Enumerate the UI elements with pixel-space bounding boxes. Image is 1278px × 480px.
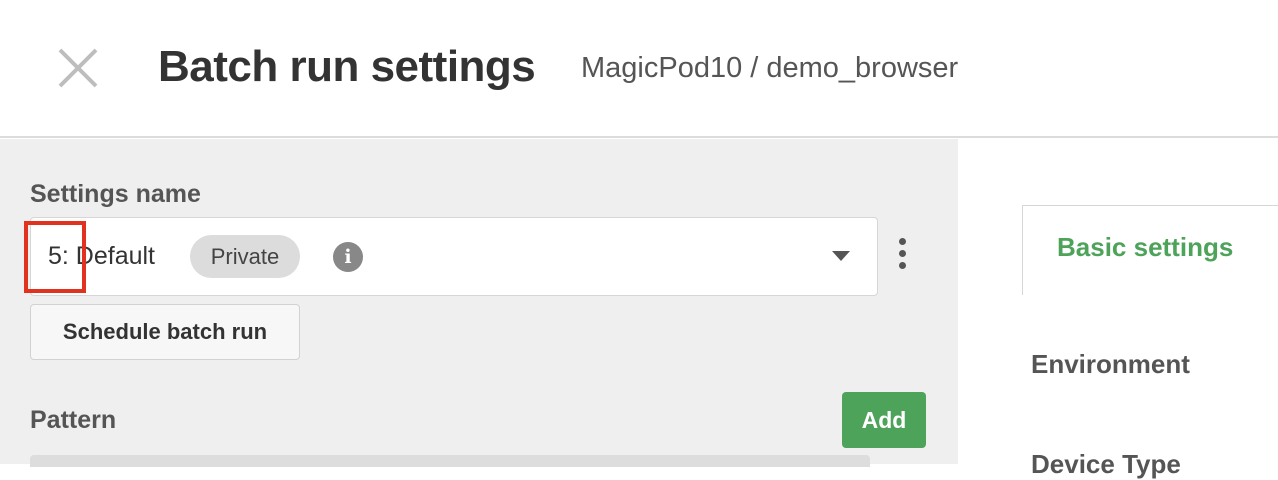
tab-basic-settings-label: Basic settings [1057,232,1234,262]
settings-name-label: Settings name [30,180,201,208]
pattern-label: Pattern [30,406,117,434]
chevron-down-icon[interactable] [832,251,850,261]
pattern-list [30,455,870,467]
add-pattern-button[interactable]: Add [842,392,926,448]
page-header: Batch run settings MagicPod10 / demo_bro… [0,0,1278,138]
settings-name-select[interactable] [30,217,878,296]
right-panel [958,139,1278,464]
private-badge: Private [190,235,300,278]
breadcrumb: MagicPod10 / demo_browser [581,52,959,84]
page-title: Batch run settings [158,42,536,91]
schedule-batch-run-button[interactable]: Schedule batch run [30,304,300,360]
device-type-heading: Device Type [1031,449,1181,479]
environment-heading: Environment [1031,349,1190,379]
info-icon[interactable]: i [333,242,363,272]
highlight-box [24,221,86,293]
close-icon[interactable] [56,46,100,90]
more-options-icon[interactable] [893,238,911,276]
